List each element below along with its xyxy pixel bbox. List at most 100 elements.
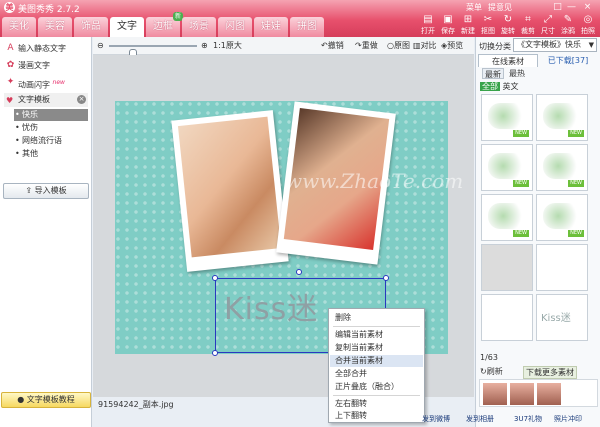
import-template-button[interactable]: ⇪ 导入模板 (3, 183, 89, 199)
menu-edit-material[interactable]: 编辑当前素材 (330, 329, 423, 341)
template-item-internet[interactable]: 网络流行语 (14, 135, 88, 147)
template-item-sad[interactable]: 忧伤 (14, 122, 88, 134)
filter-english[interactable]: 英文 (503, 82, 519, 91)
text-template-section[interactable]: ♥ 文字模板 × (4, 93, 88, 107)
bulb-icon: ● (17, 395, 27, 404)
feedback-link[interactable]: 提意见 (488, 2, 512, 13)
static-text-item[interactable]: A 输入静态文字 (4, 41, 88, 57)
zoom-in-icon[interactable]: ⊕ (201, 40, 208, 52)
status-bar: 发到微博 发到相册 3U7礼物 照片冲印 (420, 411, 600, 427)
undo-button[interactable]: ↶撤销 (321, 40, 344, 52)
sparkle-icon: ✦ (6, 77, 15, 87)
material-thumb[interactable]: NEW (536, 194, 588, 241)
minimize-icon[interactable]: — (566, 2, 577, 12)
subtab-hottest[interactable]: 最热 (506, 68, 528, 79)
tab-collage[interactable]: 拼图 (290, 17, 324, 37)
thumb-caption: Kiss迷 (541, 313, 571, 324)
tab-text[interactable]: 文字 (110, 17, 144, 37)
chevron-down-icon: ▼ (588, 41, 594, 49)
subtab-newest[interactable]: 最新 (482, 68, 504, 79)
preview-button[interactable]: ◈预览 (441, 40, 463, 52)
photo-print-button[interactable]: 照片冲印 (554, 414, 582, 424)
promo-image (483, 383, 507, 405)
resize-handle-bl[interactable] (212, 350, 218, 356)
title-menu-bar: 美 美图秀秀 2.7.2 菜单 提意见 □ — × 美化 美容 饰品 文字 边框… (0, 0, 600, 37)
tab-beautify[interactable]: 美化 (2, 17, 36, 37)
menu-merge-material[interactable]: 合并当前素材 (330, 355, 423, 367)
refresh-button[interactable]: ↻刷新 (480, 366, 503, 377)
filter-all[interactable]: 全部 (480, 82, 500, 91)
rotate-handle[interactable] (296, 269, 302, 275)
menu-delete[interactable]: 删除 (330, 312, 423, 324)
material-grid: NEW NEW NEW NEW NEW NEW Kiss迷 (481, 94, 594, 341)
material-thumb[interactable] (481, 294, 533, 341)
compare-button[interactable]: ▥对比 (413, 40, 437, 52)
comic-text-item[interactable]: ✿ 漫画文字 (4, 58, 88, 74)
rotate-button[interactable]: ↻ 旋转 (498, 14, 518, 37)
scissors-icon: ✂ (483, 14, 493, 25)
promo-strip[interactable] (479, 379, 598, 407)
actual-size-button[interactable]: 1:1原大 (213, 40, 242, 52)
close-icon[interactable]: × (582, 2, 593, 12)
tab-frame[interactable]: 边框新 (146, 12, 183, 37)
cutout-button[interactable]: ✂ 抠图 (478, 14, 498, 37)
save-icon: ▣ (443, 14, 453, 25)
crop-button[interactable]: ⌗ 裁剪 (518, 14, 538, 37)
share-album-button[interactable]: 发到相册 (466, 414, 494, 424)
template-item-other[interactable]: 其他 (14, 148, 88, 160)
menu-multiply-blend[interactable]: 正片叠底（融合） (330, 381, 423, 393)
original-button[interactable]: ○原图 (387, 40, 410, 52)
text-icon: A (7, 43, 14, 53)
material-thumb[interactable] (536, 244, 588, 291)
animated-text-item[interactable]: ✦ 动画闪字 new (4, 75, 88, 91)
maximize-icon[interactable]: □ (552, 2, 563, 12)
tab-scene[interactable]: 场景 (182, 17, 216, 37)
menu-copy-material[interactable]: 复制当前素材 (330, 342, 423, 354)
redo-button[interactable]: ↷重做 (355, 40, 378, 52)
new-button[interactable]: ⊞ 新建 (458, 14, 478, 37)
menu-flip-vertical[interactable]: 上下翻转 (330, 410, 423, 422)
tab-flash[interactable]: 闪图 (218, 17, 252, 37)
download-more-button[interactable]: 下载更多素材 (523, 366, 577, 379)
camera-icon: ◎ (583, 14, 593, 25)
context-menu: 删除 编辑当前素材 复制当前素材 合并当前素材 全部合并 正片叠底（融合） 左右… (328, 308, 425, 423)
menu-link[interactable]: 菜单 (466, 2, 482, 13)
save-button[interactable]: ▣ 保存 (438, 14, 458, 37)
refresh-icon: ↻ (480, 367, 487, 376)
material-thumb[interactable] (481, 244, 533, 291)
camera-button[interactable]: ◎ 拍照 (578, 14, 598, 37)
resize-handle-tl[interactable] (212, 275, 218, 281)
open-button[interactable]: ▤ 打开 (418, 14, 438, 37)
tab-accessory[interactable]: 饰品 (74, 17, 108, 37)
category-select[interactable]: 《文字模板》快乐 ▼ (513, 38, 597, 52)
new-badge: NEW (513, 230, 529, 237)
gift-button[interactable]: 3U7礼物 (514, 414, 542, 424)
tab-makeup[interactable]: 美容 (38, 17, 72, 37)
menu-flip-horizontal[interactable]: 左右翻转 (330, 398, 423, 410)
material-thumb[interactable]: NEW (536, 94, 588, 141)
zoom-slider[interactable] (109, 45, 197, 59)
collapse-icon[interactable]: × (77, 95, 86, 104)
new-icon: ⊞ (463, 14, 473, 25)
tab-downloaded-materials[interactable]: 已下载[37] (538, 54, 598, 67)
resize-button[interactable]: ⤢ 尺寸 (538, 14, 558, 37)
template-item-happy[interactable]: 快乐 (14, 109, 88, 121)
kiss-text-material: Kiss迷 (224, 292, 319, 327)
resize-handle-tr[interactable] (383, 275, 389, 281)
share-weibo-button[interactable]: 发到微博 (422, 414, 450, 424)
app-logo-icon: 美 (4, 2, 15, 13)
tab-online-materials[interactable]: 在线素材 (478, 54, 538, 67)
material-thumb[interactable]: NEW (481, 94, 533, 141)
tab-doll[interactable]: 娃娃 (254, 17, 288, 37)
menu-merge-all[interactable]: 全部合并 (330, 368, 423, 380)
material-filter: 全部 英文 (480, 81, 519, 92)
zoom-out-icon[interactable]: ⊖ (97, 40, 104, 52)
doodle-button[interactable]: ✎ 涂鸦 (558, 14, 578, 37)
compare-icon: ▥ (413, 41, 421, 50)
material-thumb[interactable]: NEW (536, 144, 588, 191)
material-thumb[interactable]: NEW (481, 144, 533, 191)
material-thumb[interactable]: Kiss迷 (536, 294, 588, 341)
template-tutorial-button[interactable]: ● 文字模板教程 (1, 392, 91, 408)
heart-icon: ♥ (6, 96, 14, 105)
material-thumb[interactable]: NEW (481, 194, 533, 241)
